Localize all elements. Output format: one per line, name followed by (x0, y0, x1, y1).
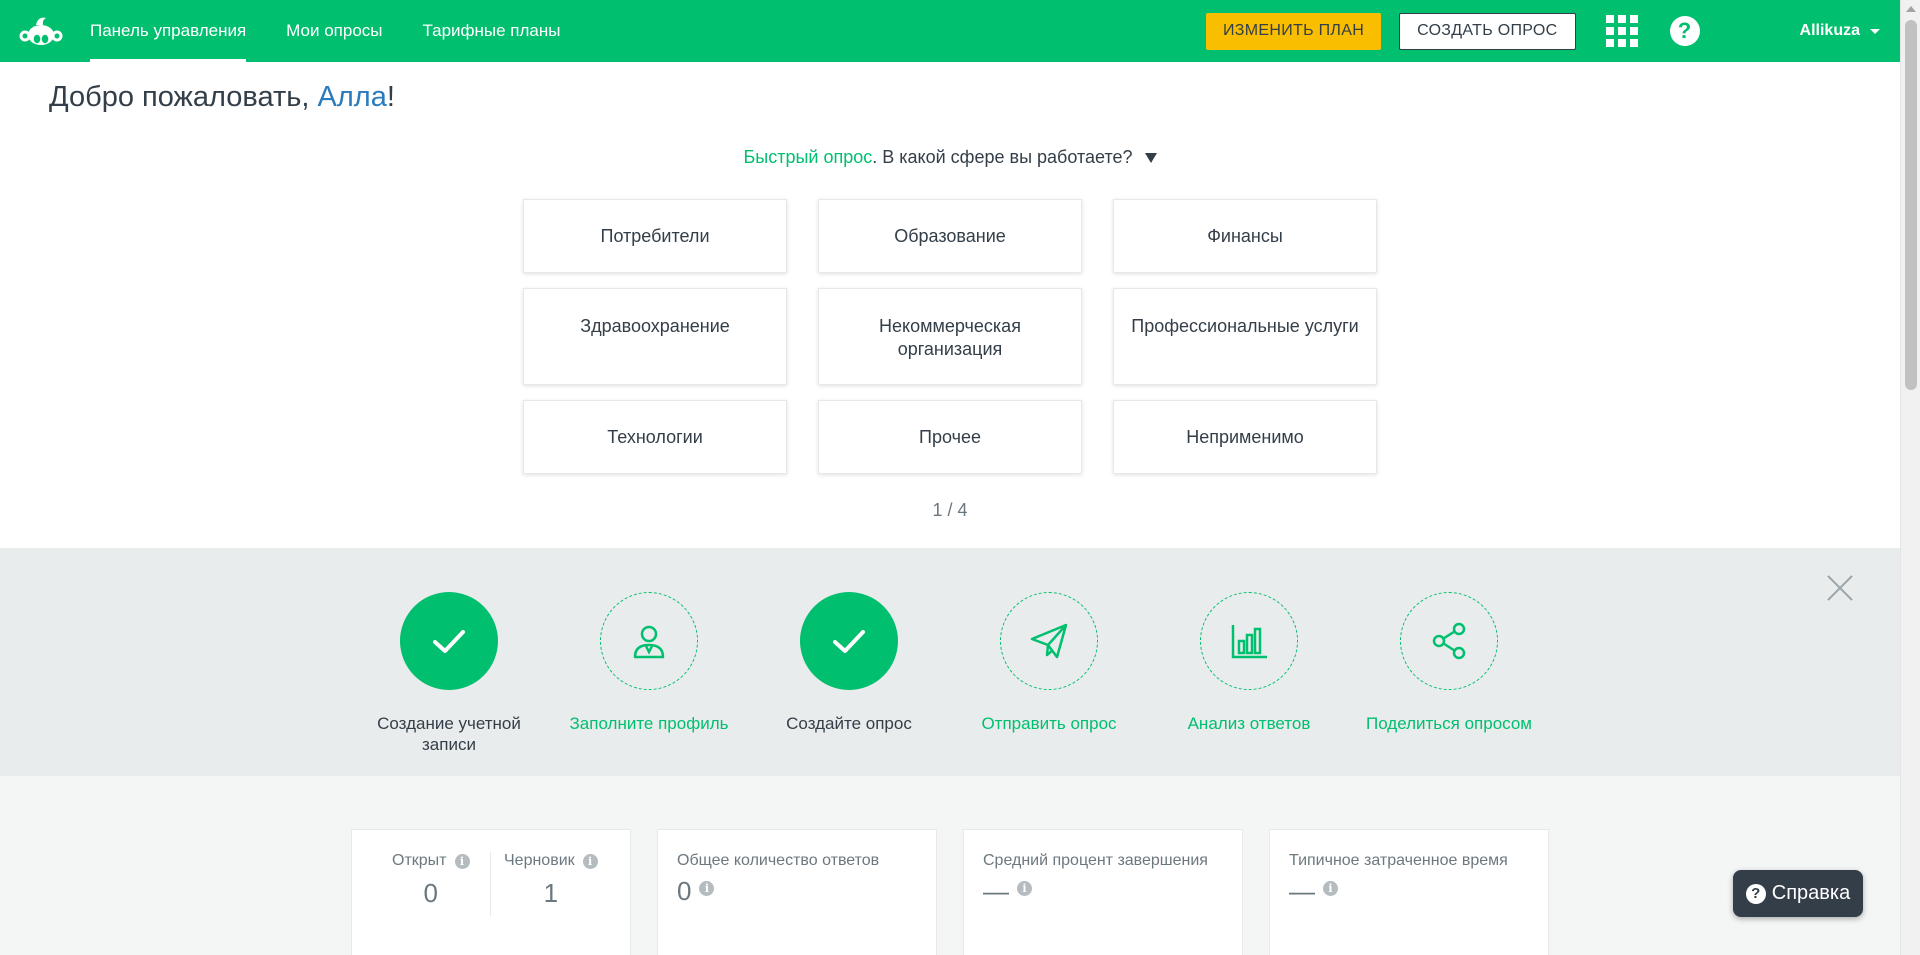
welcome-section: Добро пожаловать, Алла! Быстрый опрос. В… (0, 62, 1900, 548)
step-fill-profile[interactable]: Заполните профиль (559, 592, 739, 734)
help-button[interactable]: ? Справка (1733, 870, 1863, 917)
step-label[interactable]: Поделиться опросом (1359, 713, 1539, 734)
step-label: Создание учетной записи (377, 714, 521, 754)
check-icon (400, 592, 498, 690)
user-first-name: Алла (317, 81, 387, 113)
apps-grid-icon[interactable] (1605, 15, 1638, 47)
option-finance[interactable]: Финансы (1113, 199, 1377, 273)
stat-draft-label: Черновик (504, 852, 575, 869)
quick-survey-link[interactable]: Быстрый опрос (743, 147, 872, 167)
stat-divider (490, 852, 491, 916)
step-label[interactable]: Отправить опрос (959, 713, 1139, 734)
stat-open: Открыт i 0 (392, 852, 470, 909)
caret-down-icon (1870, 28, 1880, 34)
nav-right-group: ИЗМЕНИТЬ ПЛАН СОЗДАТЬ ОПРОС ? Allikuza (1205, 0, 1900, 62)
scroll-up-icon[interactable] (1906, 6, 1916, 12)
stat-total-value: 0 (677, 876, 692, 906)
username: Allikuza (1799, 22, 1860, 39)
step-label: Создайте опрос (786, 714, 912, 733)
stat-time-value-row: — i (1289, 876, 1508, 907)
step-analyze-results[interactable]: Анализ ответов (1159, 592, 1339, 734)
stat-completion-content: Средний процент завершения — i (983, 852, 1208, 907)
step-share-survey[interactable]: Поделиться опросом (1359, 592, 1539, 734)
onboarding-steps: Создание учетной записи Заполните профил… (0, 548, 1900, 776)
stat-completion-value: — (983, 876, 1009, 906)
user-menu[interactable]: Allikuza (1800, 22, 1880, 40)
stats-section: Открыт i 0 Черновик i 1 Общее количество… (0, 776, 1900, 955)
stat-open-label-row: Открыт i (392, 852, 470, 870)
stat-completion-value-row: — i (983, 876, 1208, 907)
stat-draft-value: 1 (543, 878, 559, 908)
share-icon[interactable] (1400, 592, 1498, 690)
create-survey-button[interactable]: СОЗДАТЬ ОПРОС (1399, 12, 1576, 50)
nav-dashboard[interactable]: Панель управления (90, 0, 247, 62)
option-nonprofit[interactable]: Некоммерческая организация (818, 288, 1082, 385)
stat-time-value: — (1289, 876, 1315, 906)
nav-plans[interactable]: Тарифные планы (423, 0, 561, 62)
triangle-down-icon[interactable] (1144, 153, 1157, 164)
option-professional-services[interactable]: Профессиональные услуги (1113, 288, 1377, 385)
question-icon[interactable]: ? (1669, 16, 1700, 46)
info-icon[interactable]: i (1017, 881, 1032, 896)
info-icon[interactable]: i (699, 881, 715, 896)
info-icon[interactable]: i (1323, 881, 1338, 896)
top-navbar: Панель управления Мои опросы Тарифные пл… (0, 0, 1900, 62)
stat-time-content: Типичное затраченное время — i (1289, 852, 1508, 907)
user-icon[interactable] (600, 592, 698, 690)
greeting-text: Добро пожаловать, (49, 81, 318, 113)
option-education[interactable]: Образование (818, 199, 1082, 273)
stat-draft: Черновик i 1 (504, 852, 598, 909)
option-nonprofit-label: Некоммерческая организация (879, 316, 1021, 359)
step-create-survey: Создайте опрос (759, 592, 939, 734)
stat-typical-time: Типичное затраченное время — i (1269, 829, 1549, 955)
quick-survey-question: Быстрый опрос. В какой сфере вы работает… (0, 147, 1900, 168)
step-create-account: Создание учетной записи (359, 592, 539, 755)
stat-open-label: Открыт (392, 852, 447, 869)
step-label[interactable]: Анализ ответов (1159, 713, 1339, 734)
page-scrollbar[interactable] (1900, 0, 1920, 955)
step-send-survey[interactable]: Отправить опрос (959, 592, 1139, 734)
stat-open-value: 0 (423, 878, 438, 908)
stat-total-responses: Общее количество ответов 0 i (657, 829, 937, 955)
check-icon (800, 592, 898, 690)
quick-survey-text: . В какой сфере вы работаете? (872, 147, 1133, 167)
upgrade-plan-button[interactable]: ИЗМЕНИТЬ ПЛАН (1205, 12, 1382, 50)
surveymonkey-logo-icon[interactable] (18, 14, 64, 48)
stat-total-content: Общее количество ответов 0 i (677, 852, 879, 907)
option-technology[interactable]: Технологии (523, 400, 787, 474)
scroll-thumb[interactable] (1905, 20, 1917, 390)
option-consumers[interactable]: Потребители (523, 199, 787, 273)
step-label[interactable]: Заполните профиль (559, 713, 739, 734)
nav-my-surveys[interactable]: Мои опросы (286, 0, 382, 62)
quick-survey-pager: 1 / 4 (932, 500, 968, 520)
close-icon[interactable] (1826, 574, 1854, 602)
option-healthcare[interactable]: Здравоохранение (523, 288, 787, 385)
stat-draft-label-row: Черновик i (504, 852, 598, 870)
stat-total-value-row: 0 i (677, 876, 879, 907)
greeting-suffix: ! (386, 81, 395, 113)
stat-completion-rate: Средний процент завершения — i (963, 829, 1243, 955)
option-not-applicable[interactable]: Неприменимо (1113, 400, 1377, 474)
question-icon: ? (1745, 883, 1766, 904)
stat-survey-status: Открыт i 0 Черновик i 1 (351, 829, 631, 955)
send-icon[interactable] (1000, 592, 1098, 690)
stat-total-label: Общее количество ответов (677, 852, 880, 869)
info-icon[interactable]: i (582, 853, 598, 869)
help-button-label: Справка (1771, 882, 1851, 904)
welcome-title: Добро пожаловать, Алла! (49, 81, 395, 114)
stat-time-label: Типичное затраченное время (1289, 852, 1508, 869)
bar-chart-icon[interactable] (1200, 592, 1298, 690)
stat-completion-label: Средний процент завершения (983, 852, 1208, 869)
option-other[interactable]: Прочее (818, 400, 1082, 474)
info-icon[interactable]: i (454, 853, 470, 869)
